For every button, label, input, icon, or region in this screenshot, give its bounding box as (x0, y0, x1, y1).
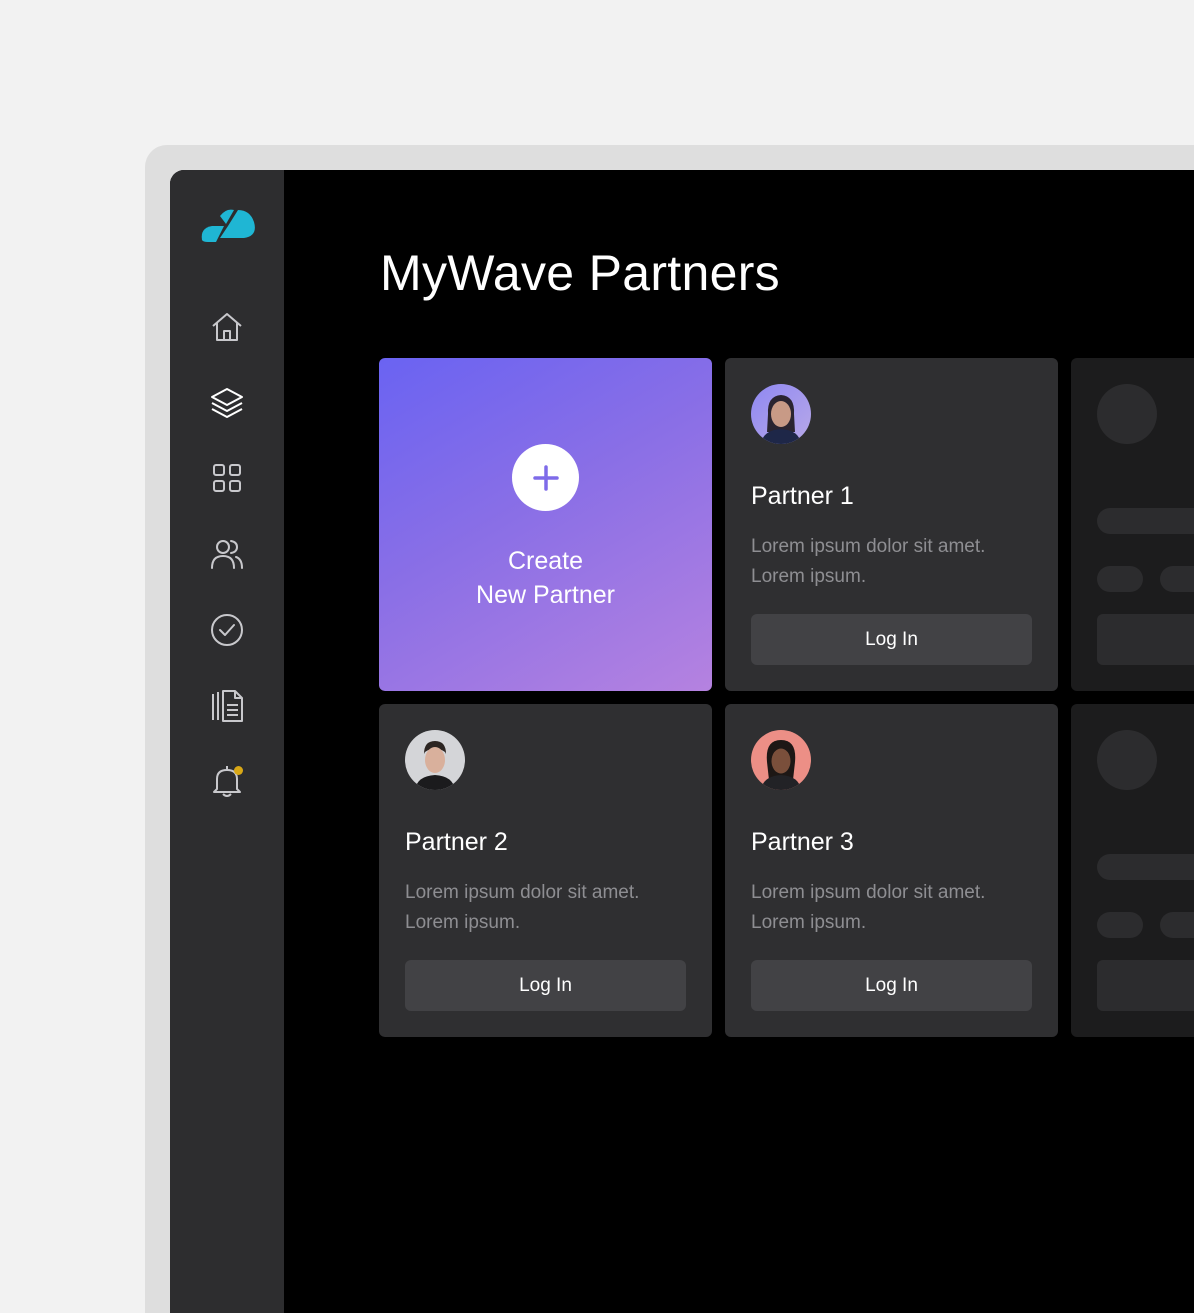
log-in-button[interactable]: Log In (751, 960, 1032, 1011)
placeholder-pill (1160, 912, 1194, 938)
partner-3-avatar-image (751, 730, 811, 790)
layers-icon (211, 388, 243, 418)
description-line: Lorem ipsum. (405, 912, 521, 933)
users-icon (211, 540, 243, 569)
partner-1-avatar-image (751, 384, 811, 444)
placeholder-line (1097, 508, 1194, 534)
placeholder-card (1071, 704, 1194, 1037)
documents-icon (212, 690, 243, 722)
placeholder-pill (1160, 566, 1194, 592)
partner-description: Lorem ipsum dolor sit amet. Lorem ipsum. (405, 878, 695, 938)
description-line: Lorem ipsum. (751, 912, 867, 933)
nav-layers[interactable] (207, 383, 247, 423)
log-in-button[interactable]: Log In (751, 614, 1032, 665)
logo-icon (201, 209, 255, 242)
mywave-logo[interactable] (198, 206, 258, 250)
partner-description: Lorem ipsum dolor sit amet. Lorem ipsum. (751, 878, 1041, 938)
partner-name: Partner 1 (751, 482, 854, 510)
log-in-button[interactable]: Log In (405, 960, 686, 1011)
page-title: MyWave Partners (380, 245, 780, 301)
nav-tasks[interactable] (207, 610, 247, 650)
placeholder-button (1097, 614, 1194, 665)
avatar (405, 730, 465, 790)
partner-2-avatar-image (405, 730, 465, 790)
check-circle-icon (211, 614, 243, 646)
create-label-line2: New Partner (476, 581, 615, 609)
create-partner-label: Create New Partner (379, 544, 712, 612)
placeholder-pill (1097, 566, 1143, 592)
home-icon (212, 313, 242, 341)
grid-icon (213, 464, 241, 492)
nav-grid[interactable] (207, 458, 247, 498)
avatar (751, 730, 811, 790)
notification-dot (234, 766, 243, 775)
placeholder-avatar (1097, 730, 1157, 790)
nav-home[interactable] (207, 307, 247, 347)
description-line: Lorem ipsum. (751, 566, 867, 587)
nav-documents[interactable] (207, 686, 247, 726)
sidebar (170, 170, 284, 1313)
partner-card: Partner 3 Lorem ipsum dolor sit amet. Lo… (725, 704, 1058, 1037)
description-line: Lorem ipsum dolor sit amet. (405, 882, 640, 903)
placeholder-button (1097, 960, 1194, 1011)
plus-icon (532, 464, 559, 491)
avatar (751, 384, 811, 444)
partner-card: Partner 1 Lorem ipsum dolor sit amet. Lo… (725, 358, 1058, 691)
placeholder-pill (1097, 912, 1143, 938)
create-partner-card[interactable]: Create New Partner (379, 358, 712, 691)
placeholder-line (1097, 854, 1194, 880)
nav-notifications[interactable] (207, 761, 247, 801)
partner-description: Lorem ipsum dolor sit amet. Lorem ipsum. (751, 532, 1041, 592)
partner-name: Partner 3 (751, 828, 854, 856)
description-line: Lorem ipsum dolor sit amet. (751, 536, 986, 557)
partner-card: Partner 2 Lorem ipsum dolor sit amet. Lo… (379, 704, 712, 1037)
app-window: MyWave Partners Create New Partner Partn… (170, 170, 1194, 1313)
placeholder-avatar (1097, 384, 1157, 444)
nav-users[interactable] (207, 534, 247, 574)
partner-name: Partner 2 (405, 828, 508, 856)
placeholder-card (1071, 358, 1194, 691)
main-content: MyWave Partners Create New Partner Partn… (284, 170, 1194, 1313)
description-line: Lorem ipsum dolor sit amet. (751, 882, 986, 903)
create-label-line1: Create (507, 547, 584, 575)
plus-button[interactable] (512, 444, 579, 511)
